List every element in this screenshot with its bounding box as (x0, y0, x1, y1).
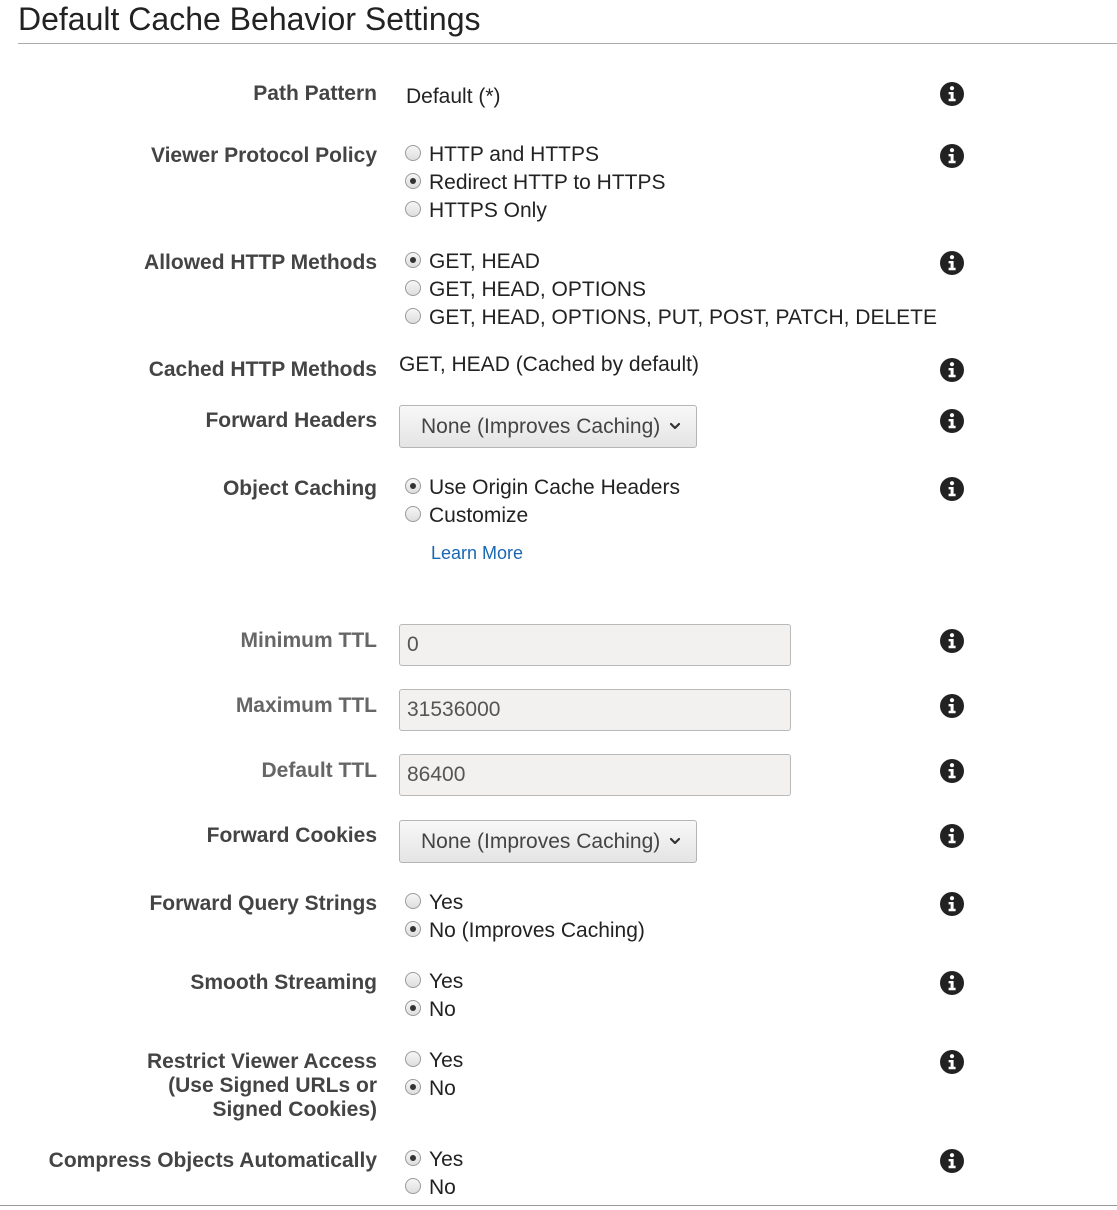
radio-get-head[interactable]: GET, HEAD (405, 250, 540, 274)
maximum-ttl-input[interactable] (399, 689, 791, 731)
radio-customize[interactable]: Customize (405, 504, 528, 528)
radio-restrict-viewer-access-no[interactable]: No (405, 1077, 456, 1101)
restrict-viewer-access-label: Restrict Viewer Access (Use Signed URLs … (147, 1050, 377, 1121)
radio-https-only[interactable]: HTTPS Only (405, 199, 547, 223)
radio-button-selected[interactable] (405, 920, 421, 937)
radio-button[interactable] (405, 1177, 421, 1194)
radio-button-selected[interactable] (405, 1078, 421, 1095)
info-circle-icon[interactable] (940, 1149, 964, 1173)
radio-button[interactable] (405, 1050, 421, 1067)
radio-compress-yes[interactable]: Yes (405, 1148, 463, 1172)
minimum-ttl-input[interactable] (399, 624, 791, 666)
radio-option-label: No (429, 1176, 456, 1199)
object-caching-label: Object Caching (222, 477, 377, 500)
radio-use-origin-cache-headers[interactable]: Use Origin Cache Headers (405, 476, 680, 500)
radio-button-selected[interactable] (405, 1149, 421, 1166)
info-circle-icon[interactable] (940, 358, 964, 382)
cached-http-methods-label: Cached HTTP Methods (148, 358, 377, 381)
dropdown-selected-value: None (Improves Caching) (421, 829, 661, 853)
radio-button[interactable] (405, 279, 421, 296)
title-divider (18, 43, 1117, 44)
radio-button[interactable] (405, 971, 421, 988)
radio-smooth-streaming-no[interactable]: No (405, 998, 456, 1022)
forward-headers-dropdown[interactable]: None (Improves Caching) (399, 405, 697, 448)
radio-option-label: Use Origin Cache Headers (429, 476, 680, 499)
radio-smooth-streaming-yes[interactable]: Yes (405, 970, 463, 994)
viewer-protocol-policy-label: Viewer Protocol Policy (150, 144, 377, 167)
radio-button[interactable] (405, 200, 421, 217)
radio-compress-no[interactable]: No (405, 1176, 456, 1200)
radio-button-selected[interactable] (405, 477, 421, 494)
radio-option-label: GET, HEAD (429, 250, 540, 273)
cached-http-methods-value: GET, HEAD (Cached by default) (399, 353, 699, 376)
radio-button-selected[interactable] (405, 999, 421, 1016)
forward-query-strings-label: Forward Query Strings (149, 892, 377, 915)
dropdown-selected-value: None (Improves Caching) (421, 414, 661, 438)
radio-option-label: No (429, 1077, 456, 1100)
page-title: Default Cache Behavior Settings (18, 1, 481, 37)
radio-option-label: HTTPS Only (429, 199, 547, 222)
radio-all-methods[interactable]: GET, HEAD, OPTIONS, PUT, POST, PATCH, DE… (405, 306, 937, 330)
radio-redirect-http-to-https[interactable]: Redirect HTTP to HTTPS (405, 171, 666, 195)
smooth-streaming-label: Smooth Streaming (190, 971, 377, 994)
radio-http-and-https[interactable]: HTTP and HTTPS (405, 143, 599, 167)
info-circle-icon[interactable] (940, 409, 964, 433)
radio-option-label: Customize (429, 504, 529, 527)
radio-restrict-viewer-access-yes[interactable]: Yes (405, 1049, 463, 1073)
radio-option-label: HTTP and HTTPS (429, 143, 599, 166)
radio-button[interactable] (405, 505, 421, 522)
radio-option-label: Yes (429, 970, 464, 993)
radio-option-label: No (Improves Caching) (429, 919, 645, 942)
info-circle-icon[interactable] (940, 694, 964, 718)
radio-option-label: No (429, 998, 456, 1021)
radio-button-selected[interactable] (405, 251, 421, 268)
forward-cookies-dropdown[interactable]: None (Improves Caching) (399, 820, 697, 863)
path-pattern-value: Default (*) (406, 85, 501, 108)
radio-button[interactable] (405, 892, 421, 909)
chevron-down-icon (670, 837, 680, 845)
learn-more-link[interactable]: Learn More (431, 542, 523, 564)
forward-headers-label: Forward Headers (205, 409, 377, 432)
bottom-divider (0, 1205, 1117, 1206)
allowed-http-methods-label: Allowed HTTP Methods (144, 251, 377, 274)
info-circle-icon[interactable] (940, 824, 964, 848)
radio-button[interactable] (405, 144, 421, 161)
radio-option-label: GET, HEAD, OPTIONS, PUT, POST, PATCH, DE… (429, 306, 937, 329)
forward-cookies-label: Forward Cookies (206, 824, 377, 847)
info-circle-icon[interactable] (940, 251, 964, 275)
radio-option-label: Yes (429, 1148, 464, 1171)
info-circle-icon[interactable] (940, 82, 964, 106)
radio-option-label: Yes (429, 891, 464, 914)
radio-option-label: Yes (429, 1049, 464, 1072)
radio-option-label: GET, HEAD, OPTIONS (429, 278, 647, 301)
radio-option-label: Redirect HTTP to HTTPS (429, 171, 666, 194)
maximum-ttl-label: Maximum TTL (235, 694, 377, 717)
info-circle-icon[interactable] (940, 477, 964, 501)
info-circle-icon[interactable] (940, 892, 964, 916)
chevron-down-icon (670, 422, 680, 430)
radio-button-selected[interactable] (405, 172, 421, 189)
default-ttl-label: Default TTL (261, 759, 378, 782)
compress-objects-label: Compress Objects Automatically (48, 1149, 377, 1172)
info-circle-icon[interactable] (940, 144, 964, 168)
default-ttl-input[interactable] (399, 754, 791, 796)
radio-query-strings-yes[interactable]: Yes (405, 891, 463, 915)
info-circle-icon[interactable] (940, 759, 964, 783)
path-pattern-label: Path Pattern (253, 82, 377, 105)
info-circle-icon[interactable] (940, 971, 964, 995)
minimum-ttl-label: Minimum TTL (240, 629, 377, 652)
info-circle-icon[interactable] (940, 629, 964, 653)
radio-get-head-options[interactable]: GET, HEAD, OPTIONS (405, 278, 646, 302)
radio-button[interactable] (405, 307, 421, 324)
info-circle-icon[interactable] (940, 1050, 964, 1074)
radio-query-strings-no[interactable]: No (Improves Caching) (405, 919, 645, 943)
